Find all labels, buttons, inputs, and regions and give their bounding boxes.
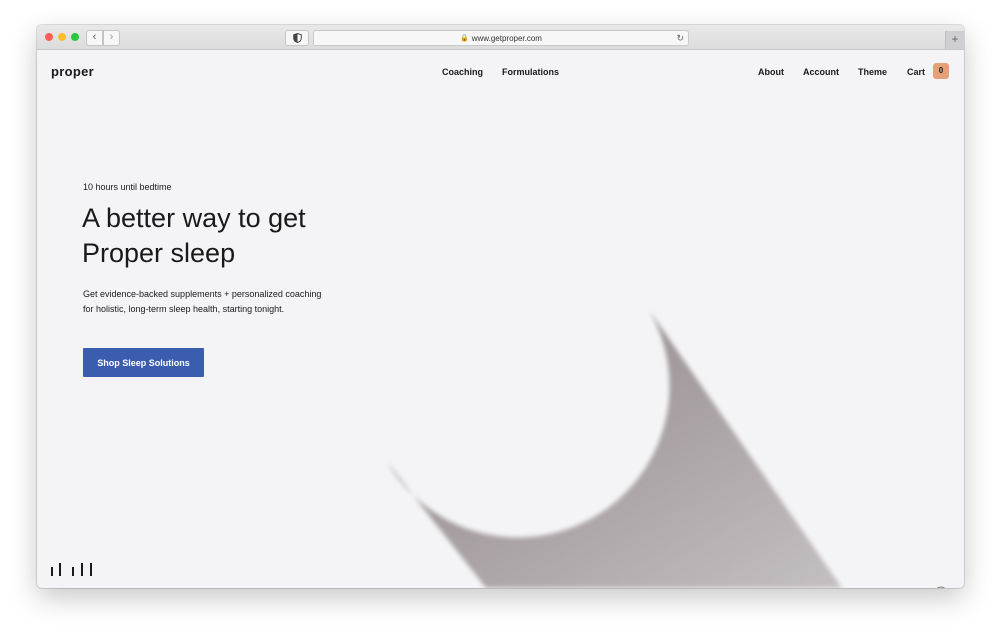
subtext-line-1: Get evidence-backed supplements + person… <box>83 289 322 299</box>
nav-about[interactable]: About <box>758 67 784 77</box>
bedtime-countdown: 10 hours until bedtime <box>83 182 172 192</box>
headline-line-2: Proper sleep <box>82 238 236 268</box>
shield-icon[interactable] <box>285 30 309 46</box>
url-text: www.getproper.com <box>471 33 542 43</box>
browser-toolbar: ‹ › 🔒 www.getproper.com ↻ + <box>37 25 964 50</box>
browser-window: ‹ › 🔒 www.getproper.com ↻ + proper Coach… <box>37 25 964 588</box>
hero-subtext: Get evidence-backed supplements + person… <box>83 287 343 317</box>
headline-line-1: A better way to get <box>82 203 306 233</box>
nav-theme[interactable]: Theme <box>858 67 887 77</box>
web-page: proper Coaching Formulations About Accou… <box>37 50 964 588</box>
moon-shadow-illustration <box>387 236 842 588</box>
subtext-line-2: for holistic, long-term sleep health, st… <box>83 304 285 314</box>
nav-cart[interactable]: Cart <box>907 67 925 77</box>
nav-account[interactable]: Account <box>803 67 839 77</box>
address-bar[interactable]: 🔒 www.getproper.com ↻ <box>313 30 689 46</box>
sound-bars-icon[interactable] <box>51 562 95 576</box>
new-tab-button[interactable]: + <box>945 31 964 49</box>
nav-coaching[interactable]: Coaching <box>442 67 483 77</box>
nav-formulations[interactable]: Formulations <box>502 67 559 77</box>
site-logo[interactable]: proper <box>51 64 94 79</box>
lock-icon: 🔒 <box>460 35 469 42</box>
cart-count-badge[interactable]: 0 <box>933 63 949 79</box>
close-window-button[interactable] <box>45 33 53 41</box>
minimize-window-button[interactable] <box>58 33 66 41</box>
hero-headline: A better way to get Proper sleep <box>82 201 402 271</box>
theme-toggle-icon[interactable] <box>934 586 948 588</box>
back-button[interactable]: ‹ <box>86 30 103 46</box>
reload-icon[interactable]: ↻ <box>676 31 684 45</box>
shop-sleep-solutions-button[interactable]: Shop Sleep Solutions <box>83 348 204 377</box>
zoom-window-button[interactable] <box>71 33 79 41</box>
forward-button[interactable]: › <box>103 30 120 46</box>
